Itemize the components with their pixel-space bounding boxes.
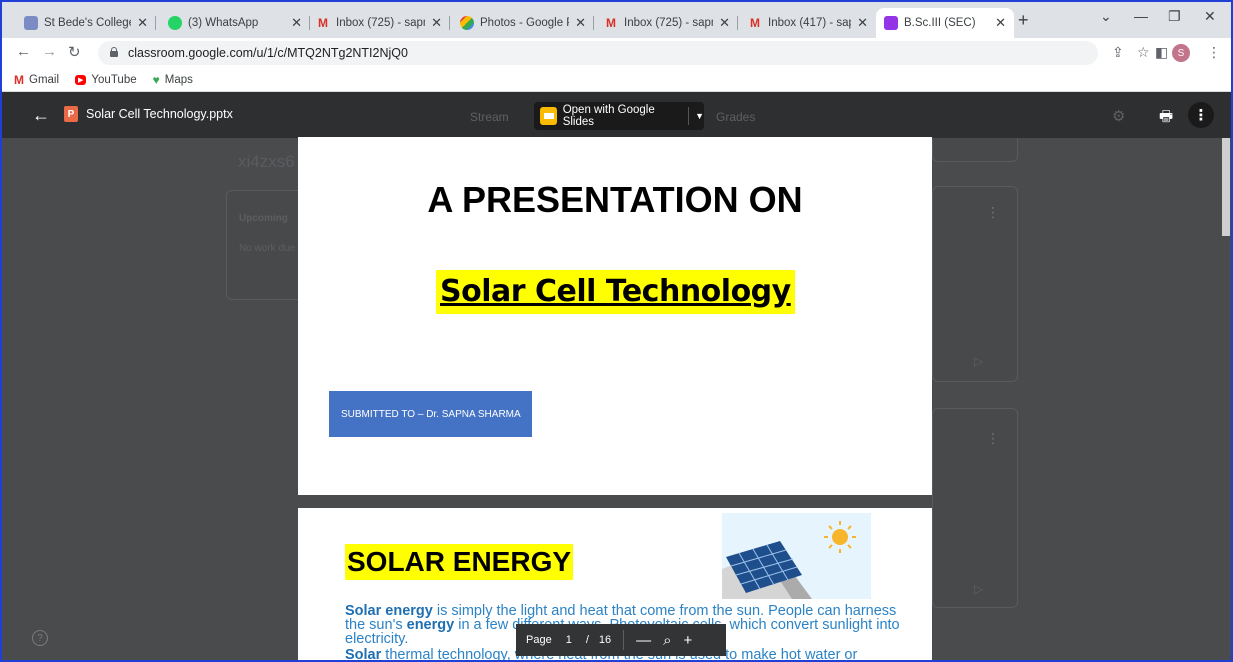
background-card (932, 186, 1018, 382)
google-slides-icon (540, 107, 557, 125)
gmail-icon: M (14, 72, 24, 87)
powerpoint-file-icon: P (64, 106, 78, 122)
tab-title: Inbox (725) - sapnaka (624, 17, 713, 29)
file-preview-overlay: xi4zxs6 Upcoming No work due ⋮ ⋮ ▷ ▷ ← P… (2, 92, 1231, 660)
close-icon[interactable]: ✕ (857, 15, 868, 31)
close-icon[interactable]: ✕ (431, 15, 442, 31)
page-separator: / (585, 634, 589, 646)
slide-heading: SOLAR ENERGY (345, 544, 574, 580)
bookmark-maps[interactable]: ♥ Maps (153, 73, 193, 87)
class-code: xi4zxs6 (238, 152, 295, 171)
browser-tab-strip: St Bede's College Shir ✕ (3) WhatsApp ✕ … (2, 2, 1231, 38)
close-preview-button[interactable]: ← (32, 105, 50, 126)
tab-whatsapp[interactable]: (3) WhatsApp ✕ (160, 8, 310, 38)
minimize-button[interactable]: — (1134, 8, 1148, 24)
open-with-google-slides-button[interactable]: Open with Google Slides ▼ (534, 102, 704, 130)
tab-title: (3) WhatsApp (188, 17, 259, 29)
tab-bsc-iii-sec[interactable]: B.Sc.III (SEC) ✕ (876, 8, 1014, 38)
forward-button[interactable]: → (42, 43, 57, 60)
maps-pin-icon: ♥ (152, 72, 160, 87)
close-icon[interactable]: ✕ (995, 15, 1006, 31)
browser-toolbar: ← → ↻ classroom.google.com/u/1/c/MTQ2NTg… (2, 38, 1231, 68)
classroom-icon (884, 16, 898, 30)
submitted-to-box: SUBMITTED TO – Dr. SAPNA SHARMA (329, 391, 532, 437)
more-options-button[interactable]: ⋮ (1188, 102, 1214, 128)
current-page-input[interactable]: 1 (566, 634, 572, 646)
new-tab-button[interactable]: + (1018, 10, 1029, 31)
send-icon: ▷ (974, 354, 984, 368)
send-icon: ▷ (974, 582, 984, 596)
tab-st-bedes[interactable]: St Bede's College Shir ✕ (16, 8, 156, 38)
gmail-icon: M (318, 16, 328, 30)
zoom-in-button[interactable]: + (684, 632, 693, 649)
file-name: Solar Cell Technology.pptx (86, 107, 233, 121)
solar-panel-illustration (722, 513, 871, 599)
tab-inbox-3[interactable]: M Inbox (417) - sapna.k ✕ (740, 8, 876, 38)
slide-subtitle: Solar Cell Technology (436, 270, 795, 314)
tab-inbox-2[interactable]: M Inbox (725) - sapnaka ✕ (596, 8, 738, 38)
whatsapp-icon (168, 16, 182, 30)
more-vert-icon: ⋮ (986, 430, 1000, 446)
page-label: Page (526, 634, 552, 646)
gmail-icon: M (606, 16, 616, 30)
tab-title: Photos - Google Phot (480, 17, 569, 29)
photos-icon (460, 16, 474, 30)
college-icon (24, 16, 38, 30)
page-navigation-bar: Page 1 / 16 — ⌕ + (516, 624, 726, 656)
gmail-icon: M (750, 16, 760, 30)
tab-inbox-1[interactable]: M Inbox (725) - sapnaka ✕ (308, 8, 450, 38)
browser-menu-icon[interactable]: ⋮ (1207, 44, 1221, 61)
reload-button[interactable]: ↻ (68, 43, 81, 61)
zoom-out-button[interactable]: — (636, 632, 651, 649)
tab-stream: Stream (470, 110, 509, 124)
close-icon[interactable]: ✕ (291, 15, 302, 31)
tab-title: Inbox (725) - sapnaka (336, 17, 425, 29)
tab-title: St Bede's College Shir (44, 17, 131, 29)
gear-icon: ⚙ (1112, 108, 1126, 125)
background-card (932, 408, 1018, 608)
upcoming-card: Upcoming No work due (226, 190, 306, 300)
zoom-icon[interactable]: ⌕ (663, 632, 671, 649)
scrollbar-thumb[interactable] (1222, 138, 1230, 236)
slide-1: A PRESENTATION ON Solar Cell Technology … (298, 137, 932, 495)
profile-avatar[interactable]: S (1172, 44, 1190, 62)
bookmarks-bar: M Gmail ▶ YouTube ♥ Maps (2, 68, 1231, 92)
chevron-down-icon[interactable]: ▼ (695, 111, 704, 121)
address-bar[interactable]: classroom.google.com/u/1/c/MTQ2NTg2NTI2N… (98, 41, 1098, 65)
tab-title: Inbox (417) - sapna.k (768, 17, 851, 29)
tab-photos[interactable]: Photos - Google Phot ✕ (452, 8, 594, 38)
youtube-icon: ▶ (75, 74, 87, 85)
close-icon[interactable]: ✕ (719, 15, 730, 31)
screen-frame: St Bede's College Shir ✕ (3) WhatsApp ✕ … (0, 0, 1233, 662)
print-icon[interactable]: 🖶 (1159, 106, 1173, 131)
tab-search-icon[interactable]: ⌄ (1100, 8, 1112, 25)
restore-button[interactable]: ❐ (1168, 8, 1181, 25)
slide-title: A PRESENTATION ON (427, 179, 803, 220)
bookmark-youtube[interactable]: ▶ YouTube (75, 74, 137, 86)
solar-panel-image (722, 513, 871, 599)
back-button[interactable]: ← (16, 43, 31, 60)
close-window-button[interactable]: ✕ (1204, 8, 1216, 25)
viewer-header: ← P Solar Cell Technology.pptx Stream Gr… (2, 92, 1231, 138)
tab-grades: Grades (716, 110, 756, 124)
lock-icon (110, 47, 118, 57)
bookmark-gmail[interactable]: M Gmail (14, 73, 59, 87)
side-panel-icon[interactable]: ◧ (1155, 44, 1168, 61)
share-icon[interactable]: ⇪ (1112, 44, 1124, 61)
close-icon[interactable]: ✕ (137, 15, 148, 31)
more-vert-icon: ⋮ (986, 204, 1000, 220)
tab-title: B.Sc.III (SEC) (904, 17, 976, 29)
help-icon[interactable]: ? (32, 630, 48, 646)
total-pages: 16 (598, 634, 612, 646)
bookmark-star-icon[interactable]: ☆ (1137, 44, 1150, 61)
url-text: classroom.google.com/u/1/c/MTQ2NTg2NTI2N… (128, 46, 408, 60)
close-icon[interactable]: ✕ (575, 15, 586, 31)
